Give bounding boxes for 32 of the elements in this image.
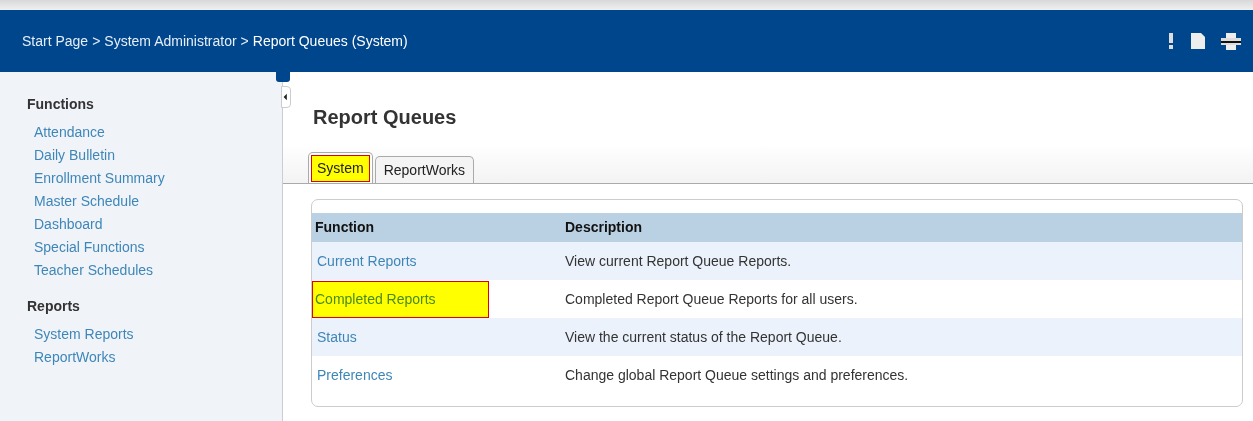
sidebar-link[interactable]: Dashboard: [34, 213, 282, 236]
table-cell: View the current status of the Report Queue.: [562, 318, 1242, 356]
sidebar-link[interactable]: Enrollment Summary: [34, 167, 282, 190]
table-cell: Change global Report Queue settings and preferences.: [562, 356, 1242, 394]
sidebar-link[interactable]: System Reports: [34, 323, 282, 346]
tab[interactable]: System: [308, 152, 373, 183]
collapse-left-icon[interactable]: [281, 86, 291, 108]
function-link[interactable]: Status: [315, 319, 359, 355]
table-cell: View current Report Queue Reports.: [562, 242, 1242, 280]
sidebar-link[interactable]: Special Functions: [34, 236, 282, 259]
page-title: Report Queues: [313, 105, 458, 130]
printer-icon[interactable]: [1221, 32, 1241, 50]
breadcrumb-link[interactable]: System Administrator: [104, 30, 237, 52]
sidebar-link[interactable]: Teacher Schedules: [34, 259, 282, 282]
sidebar-link[interactable]: Master Schedule: [34, 190, 282, 213]
sidebar-link[interactable]: ReportWorks: [34, 346, 282, 369]
column-header: Description: [562, 213, 1242, 242]
breadcrumb-separator: >: [92, 31, 101, 51]
breadcrumb-current: Report Queues (System): [252, 31, 408, 51]
exclamation-icon[interactable]: [1167, 33, 1175, 49]
tab[interactable]: ReportWorks: [374, 156, 475, 183]
table-cell: Completed Report Queue Reports for all users.: [562, 280, 1242, 318]
document-icon[interactable]: [1191, 33, 1205, 49]
sidebar-heading: Functions: [27, 95, 95, 114]
function-link[interactable]: Preferences: [315, 357, 395, 393]
sidebar-link[interactable]: Daily Bulletin: [34, 144, 282, 167]
function-link[interactable]: Completed Reports: [313, 281, 488, 317]
breadcrumb-separator: >: [240, 31, 249, 51]
sidebar-link[interactable]: Attendance: [34, 121, 282, 144]
column-header: Function: [312, 213, 562, 242]
breadcrumb-link[interactable]: Start Page: [22, 30, 89, 52]
sidebar-heading: Reports: [27, 297, 81, 316]
